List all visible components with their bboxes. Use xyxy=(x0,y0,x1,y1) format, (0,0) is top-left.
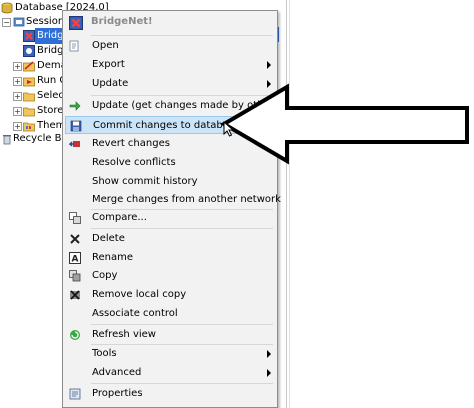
callout-arrow xyxy=(220,83,469,165)
mouse-cursor-icon xyxy=(223,121,235,137)
